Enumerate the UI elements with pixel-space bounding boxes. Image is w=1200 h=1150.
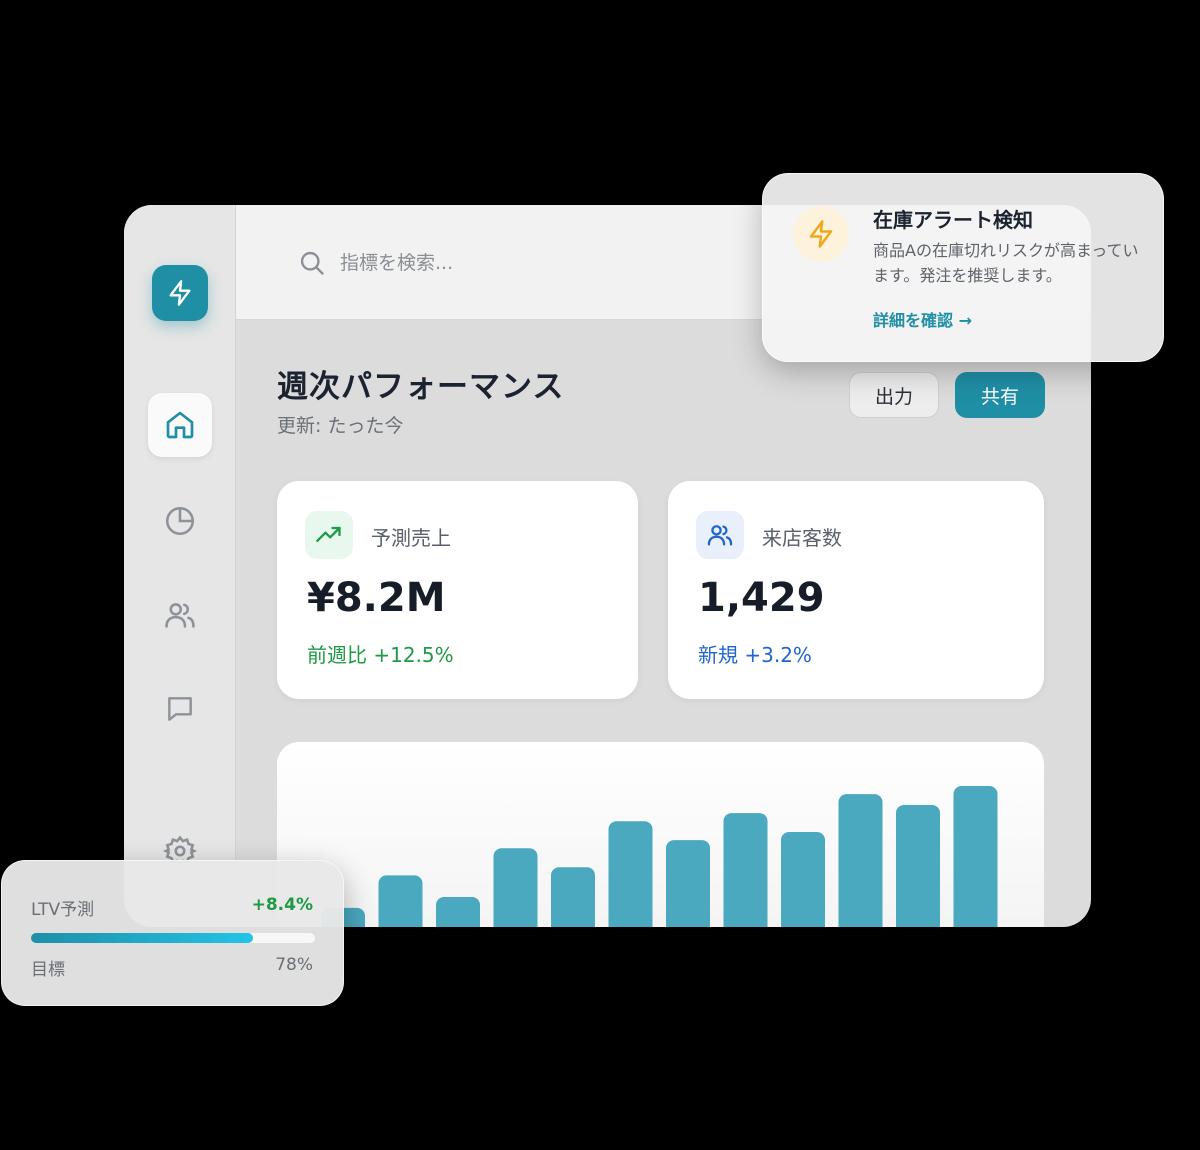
- sidebar-item-users[interactable]: [148, 583, 212, 647]
- last-updated: 更新: たった今: [277, 415, 404, 437]
- ltv-progress-value: 78%: [275, 955, 313, 975]
- ltv-delta: +8.4%: [251, 895, 313, 915]
- sidebar-item-home[interactable]: [148, 393, 212, 457]
- chart-bar: [723, 813, 768, 927]
- card-value: ¥8.2M: [307, 575, 446, 621]
- alert-message: 商品Aの在庫切れリスクが高まっています。発注を推奨します。: [873, 241, 1139, 285]
- card-label: 予測売上: [371, 526, 451, 550]
- ltv-progress-track: [31, 933, 315, 943]
- alert-icon-wrap: [793, 206, 849, 262]
- chart-bar: [896, 804, 940, 927]
- home-icon: [166, 411, 194, 439]
- alert-title: 在庫アラート検知: [873, 208, 1033, 232]
- pie-chart-icon: [165, 506, 195, 536]
- bolt-icon: [169, 280, 191, 306]
- users-icon-wrap: [696, 511, 744, 559]
- card-delta: 新規 +3.2%: [698, 643, 812, 667]
- message-icon: [168, 697, 192, 721]
- trending-up-icon-wrap: [305, 511, 353, 559]
- card-value: 1,429: [698, 575, 825, 621]
- export-button[interactable]: 出力: [849, 372, 939, 418]
- ltv-label: LTV予測: [31, 900, 95, 920]
- chart-bar: [493, 848, 538, 927]
- chart-bar: [781, 832, 825, 927]
- visitors-card: 来店客数 1,429 新規 +3.2%: [668, 481, 1044, 699]
- search-input[interactable]: [340, 252, 660, 274]
- chart-bar: [436, 897, 480, 927]
- app-logo[interactable]: [152, 265, 208, 321]
- users-icon: [165, 603, 195, 628]
- card-delta: 前週比 +12.5%: [307, 643, 454, 667]
- trending-up-icon: [316, 526, 341, 542]
- sidebar-item-messages[interactable]: [148, 677, 212, 741]
- chart-bar: [551, 867, 595, 927]
- chart-bar: [953, 786, 998, 927]
- card-label: 来店客数: [762, 526, 842, 550]
- weekly-bar-chart: [277, 742, 1044, 927]
- share-button[interactable]: 共有: [955, 372, 1045, 418]
- sidebar-item-analytics[interactable]: [148, 489, 212, 553]
- users-icon: [707, 525, 733, 546]
- inventory-alert-popup: 在庫アラート検知 商品Aの在庫切れリスクが高まっています。発注を推奨します。 詳…: [762, 173, 1164, 362]
- ltv-target-label: 目標: [31, 960, 65, 980]
- chart-bar: [838, 794, 883, 927]
- chart-bar: [378, 875, 423, 927]
- search-bar[interactable]: [298, 249, 660, 277]
- chart-bar: [666, 840, 710, 927]
- sidebar: [124, 205, 236, 927]
- bolt-icon: [809, 220, 833, 248]
- ltv-forecast-widget: LTV予測 +8.4% 目標 78%: [1, 860, 344, 1006]
- ltv-progress-fill: [31, 933, 253, 943]
- page-title: 週次パフォーマンス: [277, 369, 565, 405]
- bar-chart-svg: [321, 786, 998, 927]
- alert-details-link[interactable]: 詳細を確認 →: [873, 307, 972, 331]
- chart-bar: [608, 821, 653, 927]
- search-icon: [300, 251, 324, 275]
- forecast-sales-card: 予測売上 ¥8.2M 前週比 +12.5%: [277, 481, 638, 699]
